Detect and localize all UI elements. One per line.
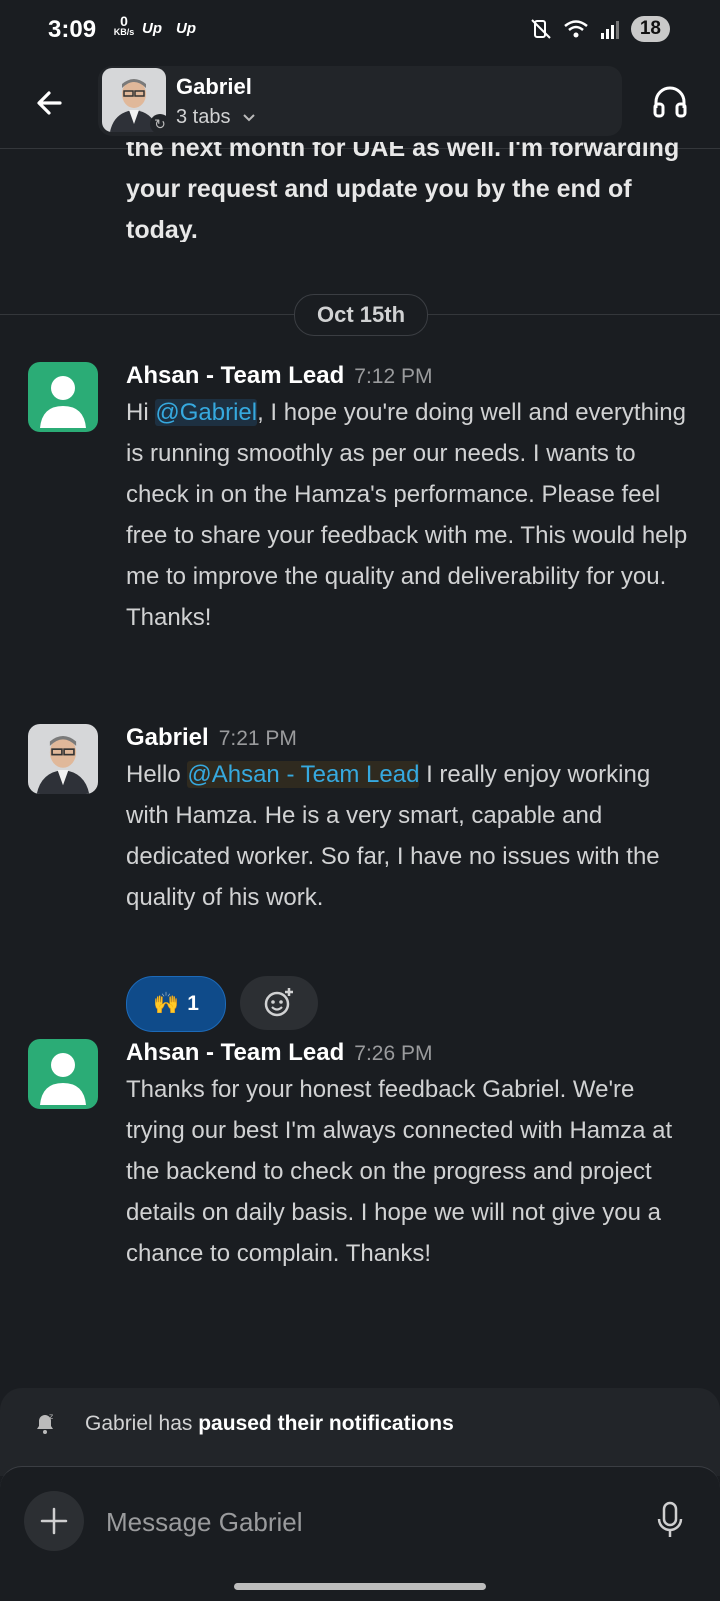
svg-text:z: z <box>49 1412 53 1421</box>
tabs-dropdown[interactable]: 3 tabs <box>176 106 256 129</box>
sync-icon: ↻ <box>150 114 170 134</box>
notice-prefix: Gabriel has <box>85 1412 199 1435</box>
message-body: Hello @Ahsan - Team Lead I really enjoy … <box>126 754 696 918</box>
reactions-bar: 🙌 1 <box>126 976 318 1032</box>
user-mention[interactable]: @Gabriel <box>155 399 258 426</box>
user-mention[interactable]: @Ahsan - Team Lead <box>187 761 420 788</box>
message-time: 7:12 PM <box>354 365 433 388</box>
voice-message-button[interactable] <box>652 1499 688 1543</box>
message-time: 7:26 PM <box>354 1042 433 1065</box>
signal-icon <box>600 21 619 39</box>
headphones-icon <box>653 86 687 118</box>
bell-snooze-icon: z <box>37 1412 53 1434</box>
message-body: Hi @Gabriel, I hope you're doing well an… <box>126 392 696 638</box>
message-text: , I hope you're doing well and everythin… <box>126 399 688 631</box>
message-text: Hi <box>126 399 156 426</box>
battery-level: 18 <box>630 16 670 42</box>
huddle-button[interactable] <box>650 82 690 122</box>
message-author[interactable]: Ahsan - Team Lead <box>126 362 344 389</box>
add-reaction-icon <box>264 988 293 1017</box>
message-header: Gabriel 7:21 PM <box>126 724 297 752</box>
message-body: Thanks for your honest feedback Gabriel.… <box>126 1076 673 1267</box>
message-header: Ahsan - Team Lead 7:26 PM <box>126 1039 433 1067</box>
message-text: Hello <box>126 761 188 788</box>
avatar[interactable] <box>28 362 98 432</box>
notice-bold: paused their notifications <box>198 1412 454 1435</box>
conversation-name: Gabriel <box>176 74 252 99</box>
network-speed: 0 KB/s <box>110 14 138 37</box>
arrow-left-icon <box>37 91 62 115</box>
mute-vibrate-icon <box>531 19 551 39</box>
upload-indicator: Up <box>142 20 162 37</box>
add-reaction-button[interactable] <box>240 976 318 1030</box>
message-time: 7:21 PM <box>218 727 297 750</box>
microphone-icon <box>657 1501 683 1537</box>
add-attachment-button[interactable] <box>24 1491 84 1551</box>
date-divider[interactable]: Oct 15th <box>294 294 428 336</box>
upload-indicator: Up <box>176 20 196 37</box>
status-time: 3:09 <box>48 16 97 43</box>
reaction-count: 1 <box>187 992 199 1015</box>
user-silhouette-icon <box>40 376 86 428</box>
message-text: the next month for UAE as well. I'm forw… <box>126 142 680 242</box>
back-button[interactable] <box>30 82 72 124</box>
wifi-icon <box>564 20 588 38</box>
message-header: Ahsan - Team Lead 7:12 PM <box>126 362 433 390</box>
home-indicator[interactable] <box>234 1583 486 1590</box>
network-speed-unit: KB/s <box>113 27 135 37</box>
reaction-chip[interactable]: 🙌 1 <box>126 976 226 1032</box>
message-author[interactable]: Ahsan - Team Lead <box>126 1039 344 1066</box>
message-input[interactable] <box>104 1501 608 1543</box>
previous-message-tail: the next month for UAE as well. I'm forw… <box>126 142 686 242</box>
avatar[interactable] <box>28 1039 98 1109</box>
raised-hands-emoji-icon: 🙌 <box>153 992 180 1015</box>
message-composer <box>0 1466 720 1601</box>
network-speed-value: 0 <box>120 13 128 29</box>
notifications-paused-text: Gabriel has paused their notifications <box>85 1412 454 1436</box>
chevron-down-icon <box>243 114 255 122</box>
message-author[interactable]: Gabriel <box>126 724 209 751</box>
tabs-label: 3 tabs <box>176 106 231 128</box>
conversation-title-card[interactable]: ↻ Gabriel 3 tabs <box>98 66 622 136</box>
conversation-header: ↻ Gabriel 3 tabs <box>0 62 720 144</box>
notifications-paused-banner: z Gabriel has paused their notifications <box>0 1388 720 1476</box>
avatar[interactable] <box>28 724 98 794</box>
status-bar: 3:09 0 KB/s Up Up 18 <box>0 0 720 62</box>
plus-icon <box>40 1507 68 1535</box>
user-silhouette-icon <box>40 1053 86 1105</box>
